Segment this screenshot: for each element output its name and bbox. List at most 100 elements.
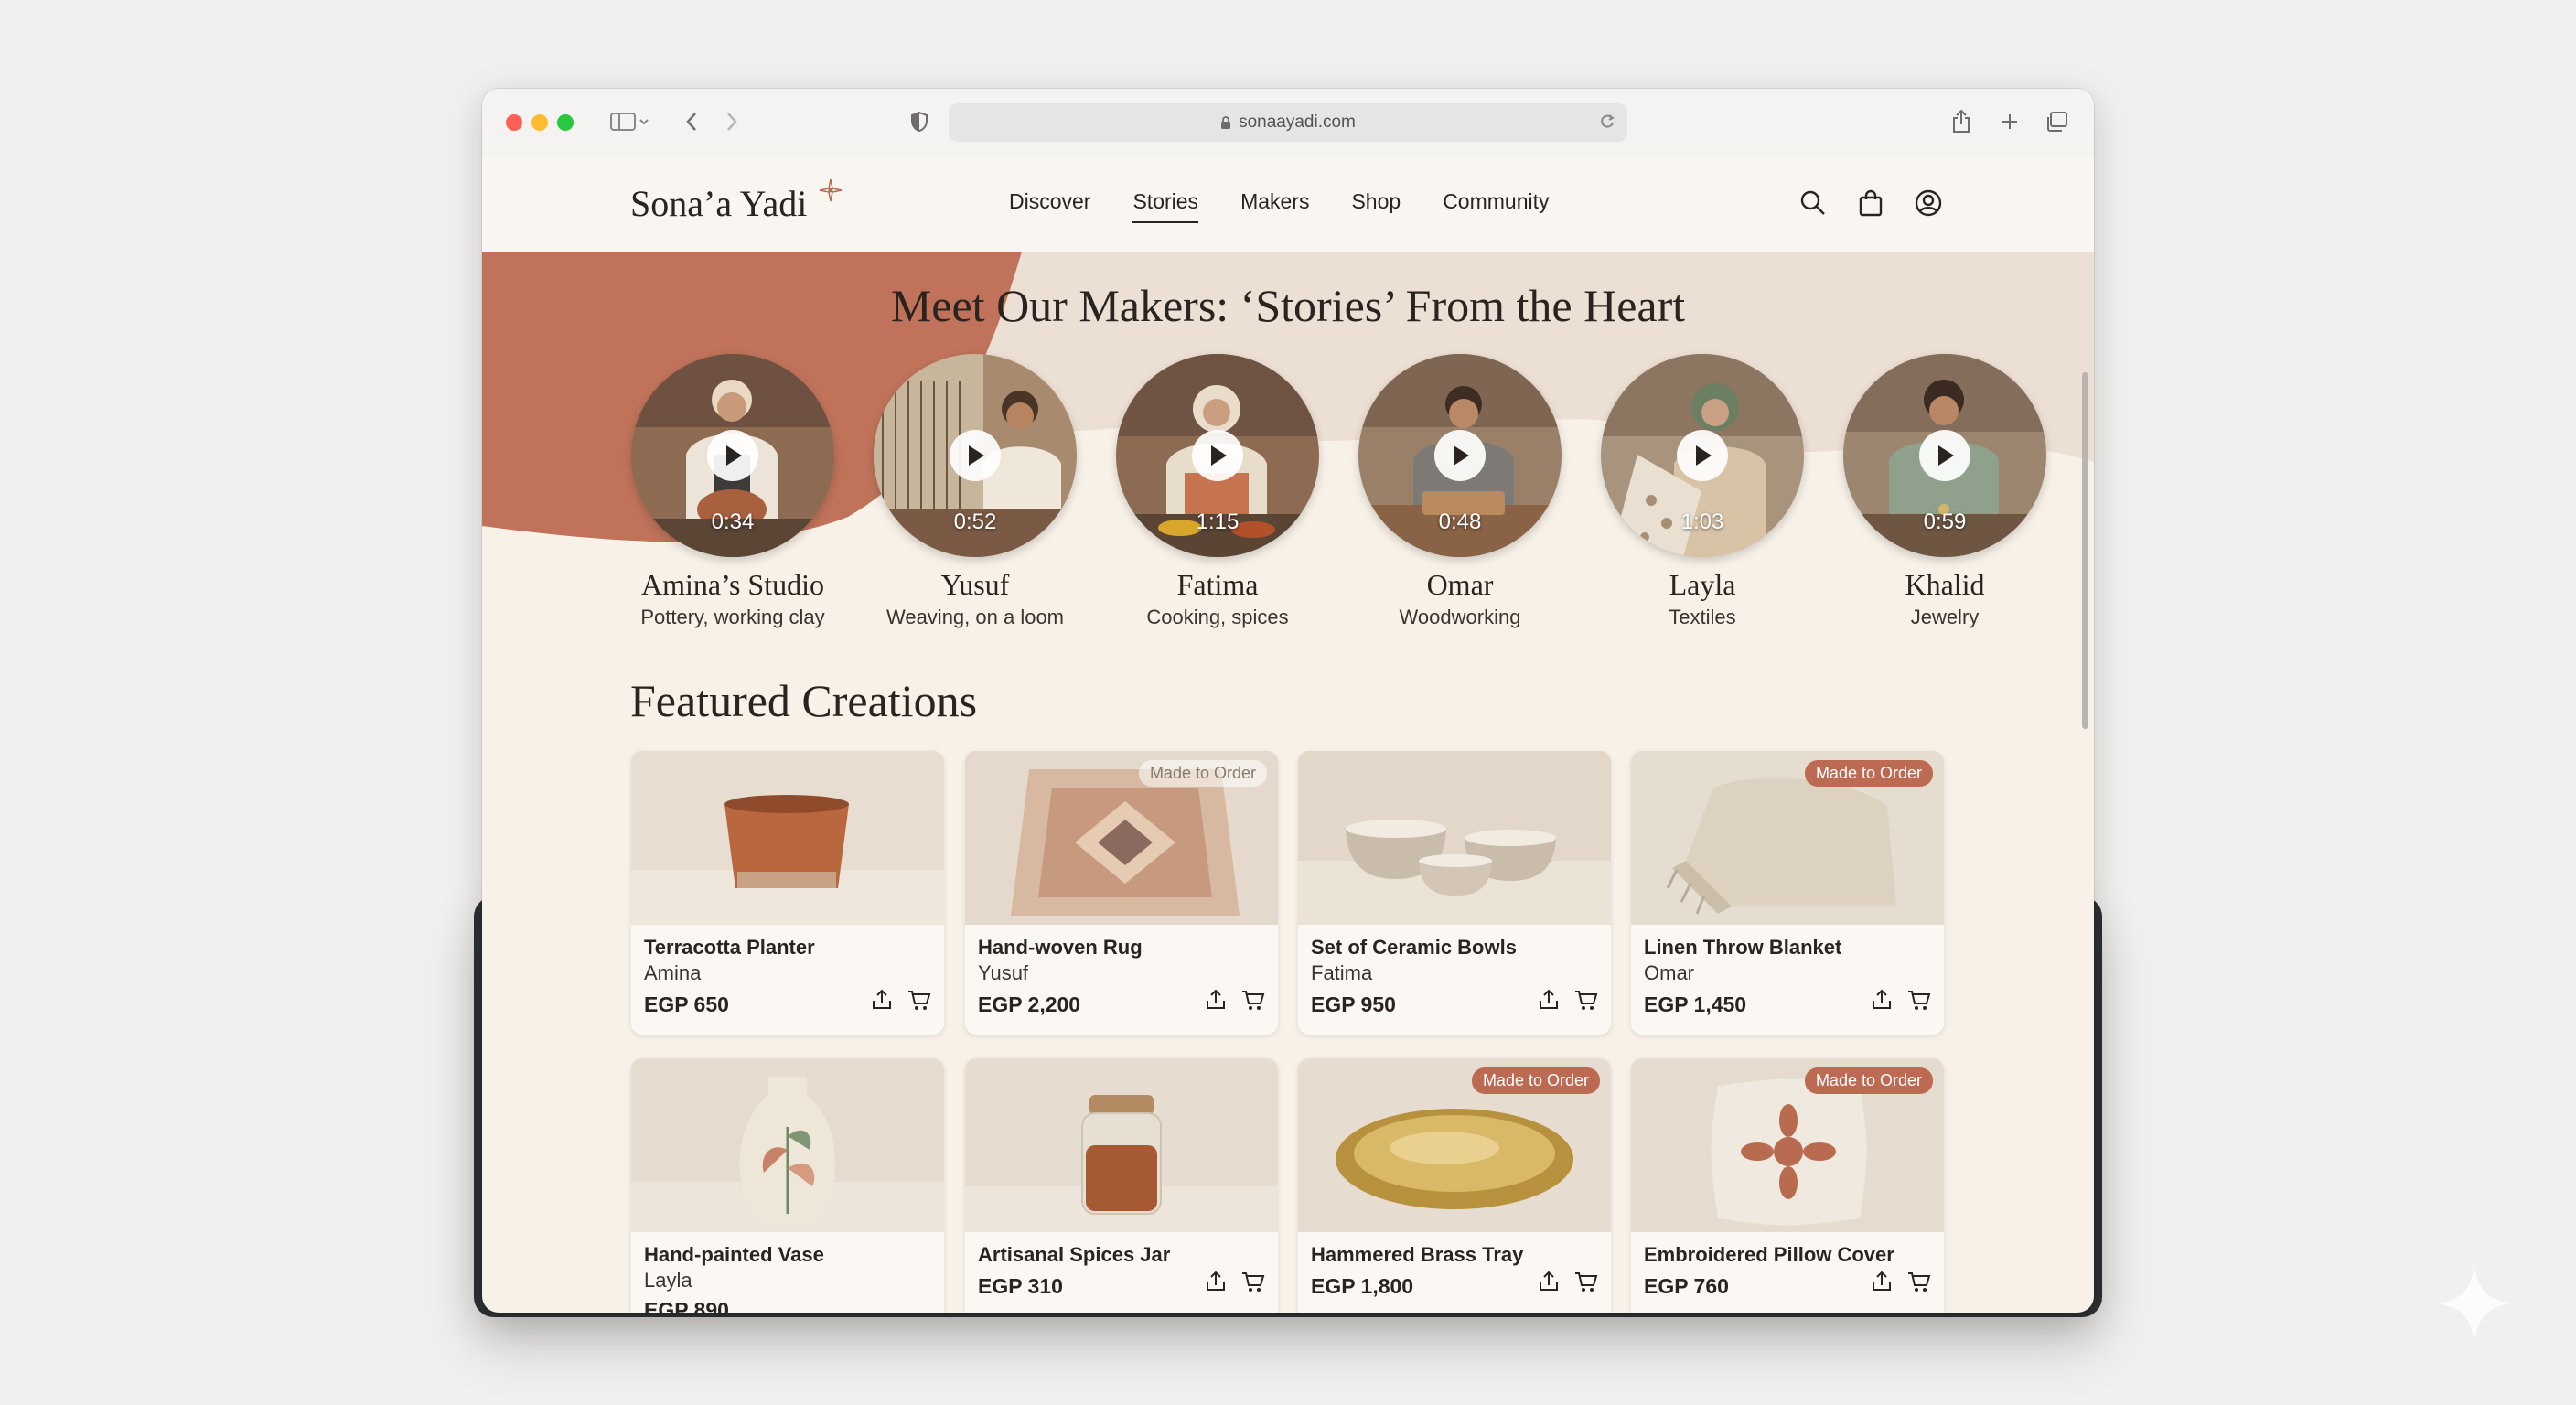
product-name[interactable]: Set of Ceramic Bowls bbox=[1311, 936, 1598, 960]
maximize-window-button[interactable] bbox=[557, 114, 574, 131]
nav-discover[interactable]: Discover bbox=[1009, 189, 1090, 223]
add-to-cart-icon[interactable] bbox=[1907, 1271, 1931, 1297]
product-maker: Fatima bbox=[1311, 961, 1373, 984]
product-card-hammered-brass-tray[interactable]: Made to Order Hammered Brass Tray EGP 1,… bbox=[1298, 1058, 1611, 1313]
maker-video-thumbnail[interactable]: 0:34 bbox=[631, 354, 834, 557]
made-to-order-badge: Made to Order bbox=[1471, 1067, 1600, 1094]
product-card-hand-woven-rug[interactable]: Made to Order Hand-woven Rug Yusuf EGP 2… bbox=[965, 751, 1278, 1035]
maker-story-fatima[interactable]: 1:15 Fatima Cooking, spices bbox=[1094, 354, 1341, 629]
product-card-terracotta-planter[interactable]: Terracotta Planter Amina EGP 650 bbox=[631, 751, 944, 1035]
nav-community[interactable]: Community bbox=[1443, 189, 1549, 223]
share-icon[interactable] bbox=[1871, 1271, 1893, 1297]
share-icon[interactable] bbox=[1538, 1271, 1560, 1297]
maker-story-khalid[interactable]: 0:59 Khalid Jewelry bbox=[1821, 354, 2068, 629]
privacy-shield-icon[interactable] bbox=[907, 107, 932, 136]
maker-name[interactable]: Fatima bbox=[1094, 568, 1341, 602]
product-card-hand-painted-vase[interactable]: Hand-painted Vase Layla bbox=[631, 1058, 944, 1313]
maker-name[interactable]: Khalid bbox=[1821, 568, 2068, 602]
made-to-order-badge: Made to Order bbox=[1138, 760, 1267, 787]
reload-icon[interactable] bbox=[1598, 113, 1616, 136]
maker-video-thumbnail[interactable]: 1:03 bbox=[1601, 354, 1804, 557]
play-icon[interactable] bbox=[1192, 430, 1243, 481]
sidebar-toggle-icon[interactable] bbox=[606, 107, 652, 136]
product-card-artisanal-spices-jar[interactable]: Artisanal Spices Jar EGP 310 bbox=[965, 1058, 1278, 1313]
made-to-order-badge: Made to Order bbox=[1804, 760, 1933, 787]
play-icon[interactable] bbox=[1919, 430, 1970, 481]
play-icon[interactable] bbox=[1677, 430, 1728, 481]
close-window-button[interactable] bbox=[506, 114, 522, 131]
product-image[interactable] bbox=[965, 1058, 1278, 1232]
product-card-ceramic-bowls[interactable]: Set of Ceramic Bowls Fatima EGP 950 bbox=[1298, 751, 1611, 1035]
logo-star-icon bbox=[819, 178, 843, 207]
add-to-cart-icon[interactable] bbox=[1241, 989, 1265, 1015]
product-image[interactable]: Made to Order bbox=[1298, 1058, 1611, 1232]
maker-name[interactable]: Amina’s Studio bbox=[609, 568, 856, 602]
product-image[interactable]: Made to Order bbox=[1631, 1058, 1944, 1232]
maker-name[interactable]: Yusuf bbox=[852, 568, 1099, 602]
search-icon[interactable] bbox=[1799, 189, 1827, 221]
product-name[interactable]: Embroidered Pillow Cover bbox=[1644, 1243, 1931, 1267]
minimize-window-button[interactable] bbox=[531, 114, 548, 131]
product-name[interactable]: Hammered Brass Tray bbox=[1311, 1243, 1598, 1267]
product-image[interactable] bbox=[1298, 751, 1611, 925]
product-image[interactable]: Made to Order bbox=[1631, 751, 1944, 925]
video-duration: 0:48 bbox=[1438, 509, 1482, 534]
maker-video-thumbnail[interactable]: 0:52 bbox=[874, 354, 1077, 557]
add-to-cart-icon[interactable] bbox=[1907, 989, 1931, 1015]
site-header: Sona’a Yadi Discover Stories Makers Shop… bbox=[482, 156, 2094, 252]
browser-window: sonaayadi.com Sona’a Yadi Discover Stori… bbox=[482, 89, 2094, 1313]
share-icon[interactable] bbox=[1205, 989, 1227, 1015]
maker-video-thumbnail[interactable]: 1:15 bbox=[1116, 354, 1319, 557]
share-icon[interactable] bbox=[1948, 107, 1975, 136]
product-name[interactable]: Terracotta Planter bbox=[644, 936, 931, 960]
product-name[interactable]: Hand-woven Rug bbox=[978, 936, 1265, 960]
maker-story-omar[interactable]: 0:48 Omar Woodworking bbox=[1336, 354, 1583, 629]
product-maker: Yusuf bbox=[978, 961, 1029, 984]
maker-description: Woodworking bbox=[1399, 606, 1521, 628]
product-image[interactable] bbox=[631, 751, 944, 925]
sparkle-icon bbox=[2433, 1262, 2516, 1349]
add-to-cart-icon[interactable] bbox=[1574, 989, 1598, 1015]
product-maker: Amina bbox=[644, 961, 702, 984]
back-icon[interactable] bbox=[680, 107, 703, 136]
maker-name[interactable]: Layla bbox=[1579, 568, 1826, 602]
site-logo[interactable]: Sona’a Yadi bbox=[630, 182, 807, 225]
address-bar[interactable]: sonaayadi.com bbox=[949, 103, 1627, 142]
maker-description: Jewelry bbox=[1910, 606, 1980, 628]
shopping-bag-icon[interactable] bbox=[1858, 189, 1884, 221]
maker-name[interactable]: Omar bbox=[1336, 568, 1583, 602]
share-icon[interactable] bbox=[1538, 989, 1560, 1015]
nav-shop[interactable]: Shop bbox=[1351, 189, 1401, 223]
maker-story-layla[interactable]: 1:03 Layla Textiles bbox=[1579, 354, 1826, 629]
new-tab-icon[interactable] bbox=[1996, 107, 2023, 136]
maker-video-thumbnail[interactable]: 0:59 bbox=[1843, 354, 2046, 557]
add-to-cart-icon[interactable] bbox=[907, 989, 931, 1015]
play-icon[interactable] bbox=[1434, 430, 1486, 481]
add-to-cart-icon[interactable] bbox=[1241, 1271, 1265, 1297]
forward-icon[interactable] bbox=[720, 107, 744, 136]
page-scrollbar[interactable] bbox=[2082, 372, 2088, 729]
maker-description: Textiles bbox=[1669, 606, 1736, 628]
product-image[interactable] bbox=[631, 1058, 944, 1232]
account-icon[interactable] bbox=[1915, 189, 1942, 221]
play-icon[interactable] bbox=[950, 430, 1001, 481]
share-icon[interactable] bbox=[1205, 1271, 1227, 1297]
lock-icon bbox=[1220, 115, 1231, 130]
product-name[interactable]: Hand-painted Vase bbox=[644, 1243, 931, 1267]
product-image[interactable]: Made to Order bbox=[965, 751, 1278, 925]
maker-video-thumbnail[interactable]: 0:48 bbox=[1358, 354, 1562, 557]
share-icon[interactable] bbox=[1871, 989, 1893, 1015]
nav-makers[interactable]: Makers bbox=[1240, 189, 1309, 223]
url-text: sonaayadi.com bbox=[1239, 113, 1356, 132]
maker-story-amina[interactable]: 0:34 Amina’s Studio Pottery, working cla… bbox=[609, 354, 856, 629]
add-to-cart-icon[interactable] bbox=[1574, 1271, 1598, 1297]
product-name[interactable]: Artisanal Spices Jar bbox=[978, 1243, 1265, 1267]
tab-overview-icon[interactable] bbox=[2043, 107, 2070, 136]
product-card-embroidered-pillow-cover[interactable]: Made to Order Embroidered Pillow Cover E… bbox=[1631, 1058, 1944, 1313]
play-icon[interactable] bbox=[707, 430, 758, 481]
product-name[interactable]: Linen Throw Blanket bbox=[1644, 936, 1931, 960]
nav-stories[interactable]: Stories bbox=[1132, 189, 1199, 223]
share-icon[interactable] bbox=[871, 989, 893, 1015]
maker-story-yusuf[interactable]: 0:52 Yusuf Weaving, on a loom bbox=[852, 354, 1099, 629]
product-card-linen-throw-blanket[interactable]: Made to Order Linen Throw Blanket Omar E… bbox=[1631, 751, 1944, 1035]
